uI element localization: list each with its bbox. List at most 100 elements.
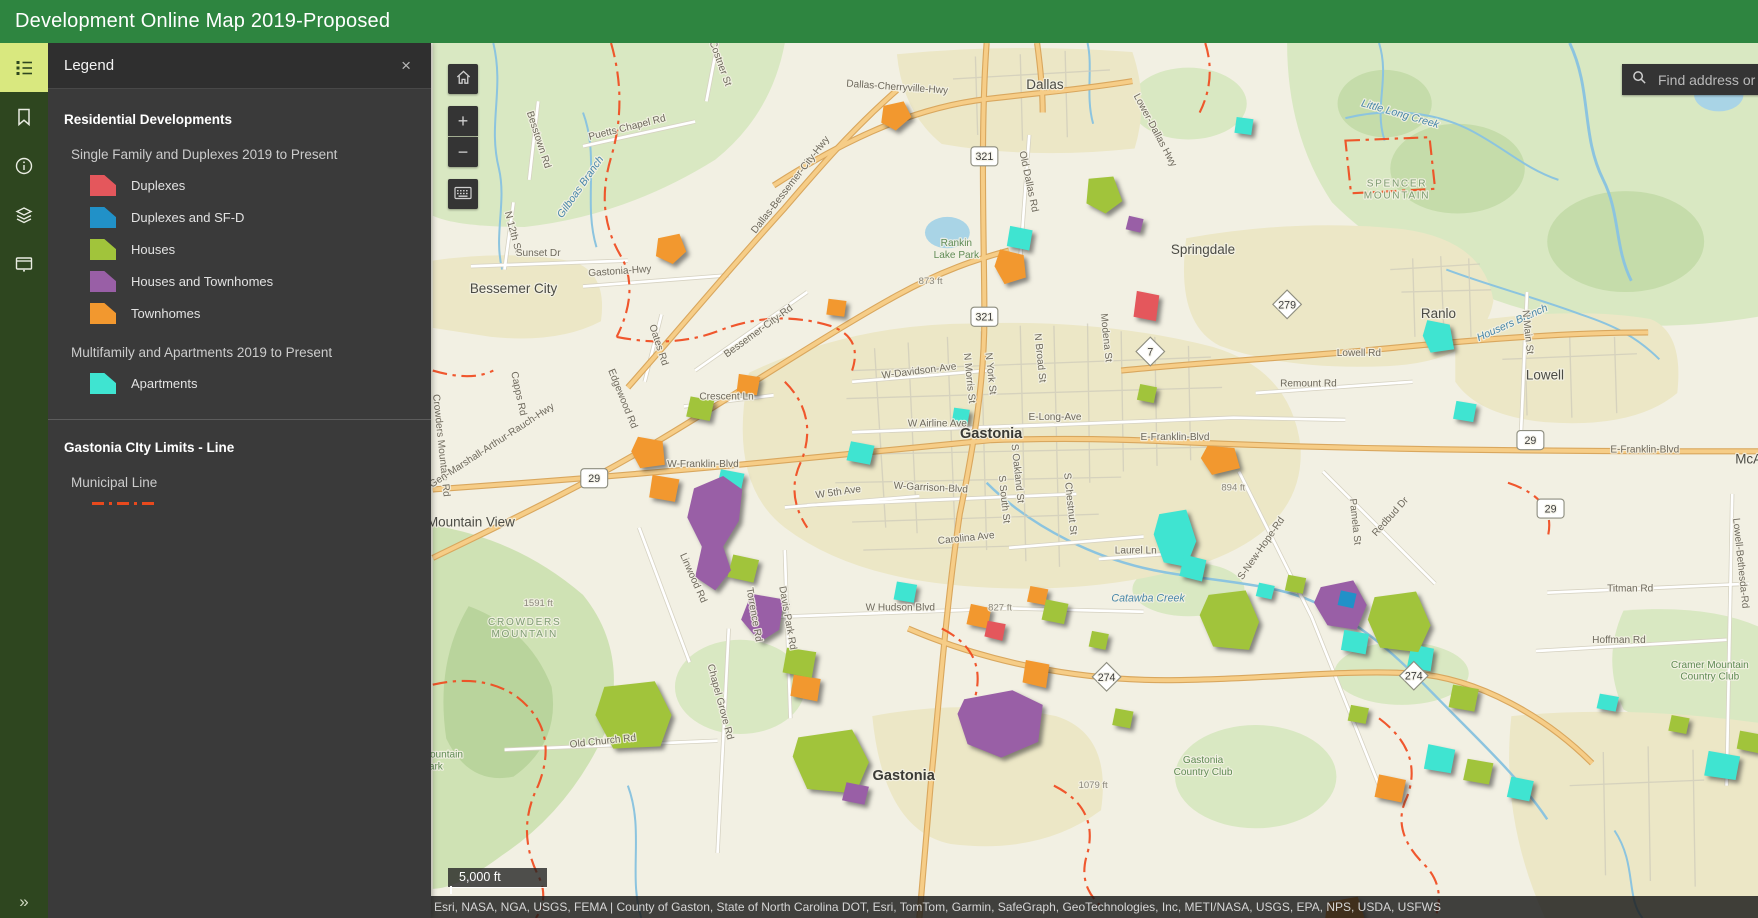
svg-text:321: 321 — [976, 151, 994, 163]
map-label: Gastonia — [873, 768, 936, 784]
keyboard-icon — [454, 185, 472, 203]
map-label: W Airline Ave — [908, 419, 968, 430]
sidebar-item-bookmarks[interactable] — [0, 92, 48, 141]
search-box — [1622, 64, 1758, 95]
search-icon — [1632, 70, 1647, 90]
legend-item-label: Townhomes — [131, 306, 200, 321]
development-parcel-apartments[interactable] — [894, 581, 918, 602]
bookmark-icon — [15, 107, 33, 127]
legend-body: Residential Developments Single Family an… — [48, 89, 431, 505]
development-parcel-houses[interactable] — [1449, 685, 1479, 712]
svg-text:274: 274 — [1405, 671, 1423, 683]
development-parcel-houses[interactable] — [1137, 384, 1157, 403]
legend-item: Duplexes and SF-D — [90, 206, 415, 229]
legend-swatch — [90, 207, 116, 228]
development-parcel-houses[interactable] — [1285, 575, 1306, 594]
search-input[interactable] — [1656, 71, 1758, 89]
svg-text:7: 7 — [1147, 346, 1153, 358]
legend-panel-header: Legend × — [48, 43, 431, 89]
attribution-text: Esri, NASA, NGA, USGS, FEMA | County of … — [434, 900, 1441, 914]
development-parcel-houses[interactable] — [1348, 705, 1369, 724]
screen-icon — [14, 254, 34, 274]
development-parcel-apartments[interactable] — [1453, 401, 1477, 422]
development-parcel-duplexes[interactable] — [1134, 291, 1160, 321]
sidebar-item-legend[interactable] — [0, 43, 48, 92]
highway-shield: 29 — [1537, 499, 1564, 518]
legend-swatch — [90, 175, 116, 196]
map-label: 873 ft — [919, 276, 943, 287]
zoom-in-button[interactable]: + — [448, 106, 478, 136]
legend-layer-heading: Residential Developments — [64, 112, 415, 127]
map-label: Cramer MountainCountry Club — [1671, 660, 1749, 683]
sidebar-item-basemap[interactable] — [0, 239, 48, 288]
development-parcel-apartments[interactable] — [1234, 117, 1253, 135]
svg-text:29: 29 — [1524, 435, 1536, 447]
legend-swatch — [90, 303, 116, 324]
map-label: Ranlo — [1421, 306, 1456, 321]
map-label: Catawba Creek — [1111, 593, 1185, 605]
highway-shield: 29 — [1517, 431, 1544, 450]
legend-layer-heading: Gastonia CIty Limits - Line — [64, 440, 415, 455]
scalebar: 5,000 ft — [448, 868, 547, 887]
development-parcel-houses[interactable] — [1089, 631, 1109, 650]
sidebar-item-layers[interactable] — [0, 190, 48, 239]
legend-swatch — [90, 239, 116, 260]
map-label: Sunset Dr — [516, 248, 561, 259]
legend-panel: Legend × Residential Developments Single … — [48, 43, 431, 918]
map-label: Dallas — [1026, 77, 1064, 92]
development-parcel-townhomes[interactable] — [1027, 586, 1048, 605]
map-label: Hoffman Rd — [1592, 635, 1646, 646]
development-parcel-townhomes[interactable] — [826, 299, 846, 317]
map-label: E-Franklin-Blvd — [1141, 432, 1210, 443]
svg-text:274: 274 — [1098, 672, 1116, 684]
development-parcel-apartments[interactable] — [1507, 777, 1534, 802]
map-label: 1591 ft — [524, 598, 553, 609]
map-label: Gastonia — [960, 426, 1023, 442]
map-label: Crescent Ln — [699, 392, 753, 403]
expand-rail-button[interactable]: » — [0, 892, 48, 912]
svg-text:29: 29 — [588, 473, 600, 485]
legend-swatch — [90, 373, 116, 394]
map-label: Remount Rd — [1280, 378, 1337, 389]
svg-text:279: 279 — [1278, 299, 1296, 311]
zoom-out-button[interactable]: − — [448, 137, 478, 167]
development-parcel-houses[interactable] — [1042, 599, 1069, 624]
map-label: Lowell — [1526, 368, 1564, 383]
map-label: Laurel Ln — [1115, 545, 1157, 556]
legend-item: Apartments — [90, 372, 415, 395]
highway-shield: 29 — [581, 469, 608, 488]
map-label: Bessemer City — [470, 281, 558, 296]
info-icon — [14, 156, 34, 176]
map-label: CROWDERSMOUNTAIN — [488, 617, 561, 640]
layers-icon — [14, 205, 34, 225]
map-label: Titman Rd — [1607, 584, 1653, 595]
highway-shield: 321 — [971, 307, 998, 326]
legend-item-label: Houses and Townhomes — [131, 274, 273, 289]
development-parcel-townhomes[interactable] — [649, 475, 679, 502]
legend-item-label: Apartments — [131, 376, 197, 391]
app-header: Development Online Map 2019-Proposed — [0, 0, 1758, 43]
legend-list-icon — [14, 58, 34, 78]
legend-group-label: Municipal Line — [71, 475, 415, 490]
legend-item-label: Duplexes — [131, 178, 185, 193]
map-label: E-Long-Ave — [1029, 412, 1082, 423]
map-label: McAd — [1735, 452, 1758, 467]
map-label: 1079 ft — [1079, 780, 1108, 791]
legend-item: Townhomes — [90, 302, 415, 325]
map-label: Mountain View — [427, 514, 515, 529]
development-parcel-houses[interactable] — [1112, 708, 1133, 728]
close-icon[interactable]: × — [397, 54, 415, 78]
development-parcel-houses[interactable] — [1668, 715, 1689, 734]
page-title: Development Online Map 2019-Proposed — [15, 10, 390, 33]
home-icon — [455, 69, 472, 89]
keyboard-shortcuts-button[interactable] — [448, 179, 478, 209]
map-label: Springdale — [1171, 242, 1235, 257]
map-label: Lowell Rd — [1337, 348, 1381, 359]
map-label: 827 ft — [988, 603, 1012, 614]
svg-text:321: 321 — [976, 312, 994, 324]
legend-group-label: Single Family and Duplexes 2019 to Prese… — [71, 147, 415, 162]
home-button[interactable] — [448, 64, 478, 94]
legend-item-label: Houses — [131, 242, 175, 257]
sidebar-item-info[interactable] — [0, 141, 48, 190]
development-parcel-houses[interactable] — [1463, 759, 1493, 785]
